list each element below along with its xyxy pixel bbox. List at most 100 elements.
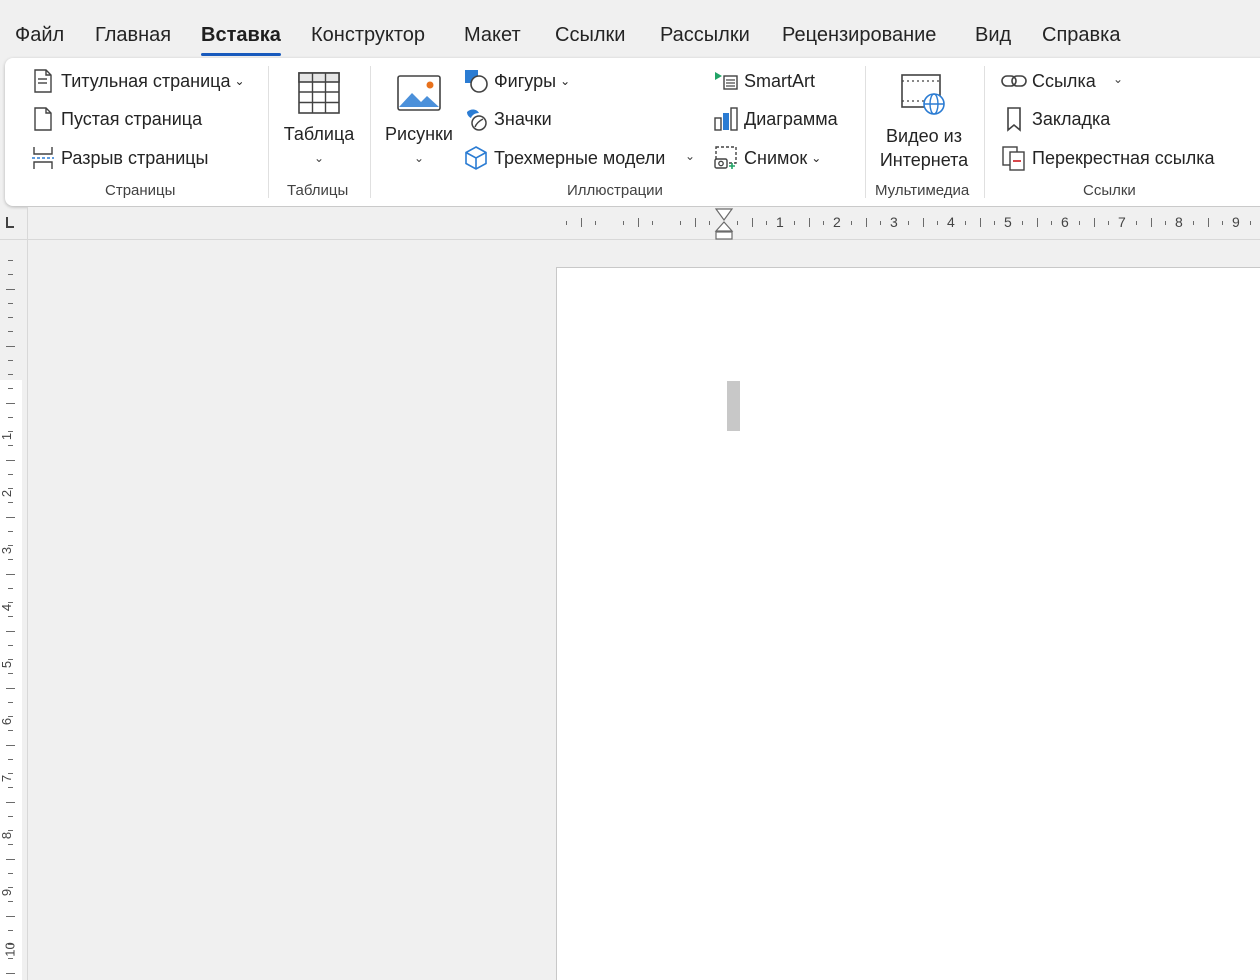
ruler-tick: [8, 659, 13, 660]
indent-marker-icon[interactable]: [714, 208, 734, 240]
ruler-text-area: 1 2 3 4 5 6 7 8 9: [554, 213, 1260, 233]
shapes-button[interactable]: Фигуры ⌄: [463, 66, 570, 96]
ruler-tick: [8, 260, 13, 261]
blank-page-icon: [30, 106, 56, 132]
document-page[interactable]: [556, 267, 1260, 980]
ruler-tick: [8, 317, 13, 318]
3d-models-dropdown-icon[interactable]: ⌄: [685, 149, 695, 163]
blank-page-label: Пустая страница: [61, 108, 203, 129]
ruler-number: 4: [0, 603, 15, 612]
bookmark-icon: [1001, 106, 1027, 132]
group-divider: [865, 66, 866, 198]
ruler-tick: [694, 218, 696, 227]
vertical-ruler[interactable]: 1 2 3 4 5 6 7 8 9 10: [0, 240, 28, 980]
smartart-button[interactable]: SmartArt: [713, 66, 815, 96]
screenshot-button[interactable]: Снимок ⌄: [713, 143, 821, 173]
ruler-tick: [1221, 221, 1223, 225]
smartart-label: SmartArt: [744, 70, 816, 91]
ruler-tick: [751, 218, 753, 227]
tab-design[interactable]: Конструктор: [311, 22, 425, 48]
menu-bar: Файл Главная Вставка Конструктор Макет С…: [0, 0, 1260, 58]
pictures-button[interactable]: Рисунки ⌄: [381, 68, 457, 170]
ruler-number: 8: [1175, 214, 1183, 230]
tab-home[interactable]: Главная: [95, 22, 171, 48]
table-label: Таблица: [283, 124, 355, 144]
ruler-tick: [6, 288, 15, 290]
bookmark-label: Закладка: [1032, 108, 1111, 129]
ruler-tick: [8, 844, 13, 846]
ruler-tick: [8, 274, 13, 276]
table-button[interactable]: Таблица ⌄: [283, 68, 355, 170]
ruler-tick: [8, 602, 13, 603]
ruler-tick: [680, 221, 682, 225]
tab-mailings[interactable]: Рассылки: [660, 22, 750, 48]
link-dropdown-icon[interactable]: ⌄: [1113, 72, 1123, 86]
ruler-tick: [1093, 218, 1095, 227]
pages-group-label: Страницы: [105, 182, 176, 199]
tab-layout[interactable]: Макет: [464, 22, 521, 48]
ruler-tick: [580, 218, 582, 227]
text-cursor: [727, 381, 740, 431]
chevron-down-icon: ⌄: [560, 74, 571, 88]
online-video-button[interactable]: Видео из Интернета: [875, 70, 973, 172]
ruler-tick: [737, 221, 739, 225]
ruler-tick: [8, 616, 13, 618]
blank-page-button[interactable]: Пустая страница: [30, 104, 202, 134]
tab-view[interactable]: Вид: [975, 22, 1011, 48]
ruler-tick: [6, 402, 15, 404]
ruler-tick: [8, 331, 13, 333]
tab-insert[interactable]: Вставка: [201, 22, 281, 56]
tab-stop-selector[interactable]: [0, 207, 28, 240]
ruler-tick: [1107, 221, 1109, 225]
ruler-tick: [8, 445, 13, 447]
bar-chart-icon: [713, 106, 739, 132]
ruler-number: 5: [0, 660, 15, 669]
ruler-tick: [8, 673, 13, 675]
cover-page-button[interactable]: Титульная страница ⌄: [30, 66, 245, 96]
cross-reference-button[interactable]: Перекрестная ссылка: [1001, 143, 1215, 173]
table-icon: [294, 68, 344, 118]
ruler-tick: [8, 559, 13, 561]
ruler-tick: [794, 221, 796, 225]
left-tab-icon: [6, 217, 14, 228]
online-video-label-line1: Видео из: [886, 126, 962, 146]
tab-references[interactable]: Ссылки: [555, 22, 625, 48]
3d-models-button[interactable]: Трехмерные модели: [463, 143, 665, 173]
chevron-down-icon: ⌄: [234, 74, 245, 88]
word-window: Файл Главная Вставка Конструктор Макет С…: [0, 0, 1260, 980]
icons-button[interactable]: Значки: [463, 104, 552, 134]
ruler-tick: [8, 887, 13, 888]
ruler-tick: [708, 221, 710, 225]
illustrations-group-label: Иллюстрации: [567, 182, 663, 199]
cover-page-icon: [30, 68, 56, 94]
ruler-tick: [936, 221, 938, 225]
horizontal-ruler[interactable]: 1 2 3 4 5 6 7 8 9: [28, 207, 1260, 240]
tab-review[interactable]: Рецензирование: [782, 22, 936, 48]
ruler-tick: [8, 787, 13, 789]
tab-help[interactable]: Справка: [1042, 22, 1120, 48]
cover-page-label: Титульная страница: [61, 70, 231, 91]
ruler-tick: [865, 218, 867, 227]
ruler-number: 6: [0, 717, 15, 726]
bookmark-button[interactable]: Закладка: [1001, 104, 1110, 134]
3d-models-label: Трехмерные модели: [494, 147, 666, 168]
page-break-label: Разрыв страницы: [61, 147, 209, 168]
page-break-button[interactable]: Разрыв страницы: [30, 143, 209, 173]
tab-file[interactable]: Файл: [15, 22, 64, 48]
cross-reference-label: Перекрестная ссылка: [1032, 147, 1215, 168]
ruler-tick: [1136, 221, 1138, 225]
ruler-tick: [6, 345, 15, 347]
cross-reference-icon: [1001, 145, 1027, 171]
ruler-tick: [6, 744, 15, 746]
ruler-tick: [6, 459, 15, 461]
ruler-tick: [1207, 218, 1209, 227]
ruler-tick: [8, 701, 13, 703]
ruler-number: 2: [833, 214, 841, 230]
ruler-tick: [6, 630, 15, 632]
links-group-label: Ссылки: [1083, 182, 1136, 199]
chart-button[interactable]: Диаграмма: [713, 104, 838, 134]
picture-icon: [394, 68, 444, 118]
ruler-tick: [1022, 221, 1024, 225]
link-button[interactable]: Ссылка: [1001, 66, 1096, 96]
ruler-tick: [765, 221, 767, 225]
